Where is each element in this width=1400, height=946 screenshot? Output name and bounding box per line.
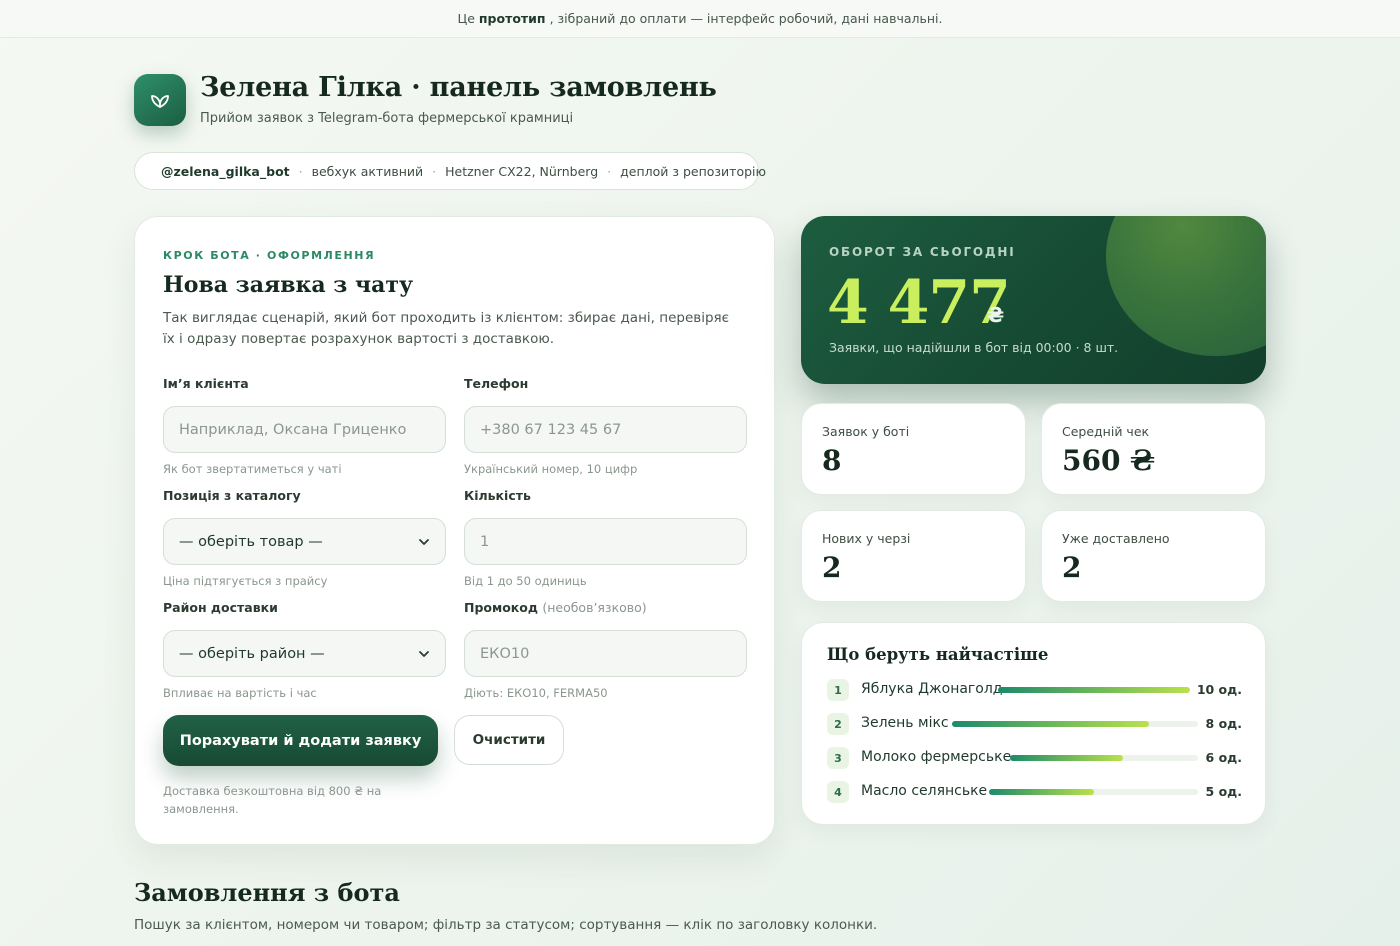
popularity-bar-track xyxy=(1010,755,1198,761)
phone-hint: Український номер, 10 цифр xyxy=(464,462,638,476)
chevron-down-icon xyxy=(419,651,429,657)
product-name: Молоко фермерське xyxy=(861,749,1012,765)
popularity-bar-fill xyxy=(952,721,1149,727)
prototype-banner: Це прототип , зібраний до оплати — інтер… xyxy=(0,0,1400,38)
name-hint: Як бот звертатиметься у чаті xyxy=(163,462,342,476)
calculate-add-button[interactable]: Порахувати й додати заявку xyxy=(163,715,438,766)
clear-button[interactable]: Очистити xyxy=(454,715,564,765)
separator: · xyxy=(298,163,303,179)
product-name: Яблука Джонаголд xyxy=(861,681,1003,697)
stat-card-average-check: Середній чек 560 ₴ xyxy=(1041,403,1266,495)
banner-suffix: , зібраний до оплати — інтерфейс робочий… xyxy=(549,11,943,26)
orders-section-subtitle: Пошук за клієнтом, номером чи товаром; ф… xyxy=(134,917,878,933)
phone-field-group: Телефон +380 67 123 45 67 Український но… xyxy=(464,376,747,476)
turnover-card: ОБОРОТ ЗА СЬОГОДНІ 4 477 ₴ Заявки, що на… xyxy=(801,216,1266,384)
order-form-card: КРОК БОТА · ОФОРМЛЕННЯ Нова заявка з чат… xyxy=(134,216,775,845)
rank-badge: 1 xyxy=(827,679,849,701)
phone-input[interactable]: +380 67 123 45 67 xyxy=(464,406,747,453)
stat-value: 2 xyxy=(822,551,842,584)
product-field-group: Позиція з каталогу — оберіть товар — Цін… xyxy=(163,488,446,588)
phone-label: Телефон xyxy=(464,376,529,391)
stat-card-new-queue: Нових у черзі 2 xyxy=(801,510,1026,602)
banner-prefix: Це xyxy=(457,11,475,26)
stat-label: Уже доставлено xyxy=(1062,531,1170,546)
delivery-note: Доставка безкоштовна від 800 ₴ на замовл… xyxy=(163,784,382,816)
product-quantity: 6 од. xyxy=(1205,750,1242,765)
popular-products-card: Що беруть найчастіше 1 Яблука Джонаголд … xyxy=(801,622,1266,825)
rank-badge: 2 xyxy=(827,713,849,735)
turnover-label: ОБОРОТ ЗА СЬОГОДНІ xyxy=(829,245,1016,259)
chevron-down-icon xyxy=(419,539,429,545)
form-description: Так виглядає сценарій, який бот проходит… xyxy=(163,310,730,347)
stat-card-delivered: Уже доставлено 2 xyxy=(1041,510,1266,602)
quantity-label: Кількість xyxy=(464,488,531,503)
quantity-input[interactable]: 1 xyxy=(464,518,747,565)
popularity-bar-track xyxy=(989,789,1198,795)
rank-badge: 4 xyxy=(827,781,849,803)
quantity-hint: Від 1 до 50 одиниць xyxy=(464,574,587,588)
district-hint: Впливає на вартість і час xyxy=(163,686,317,700)
popular-item: 1 Яблука Джонаголд 10 од. xyxy=(827,679,1242,701)
decorative-glow xyxy=(1106,216,1266,356)
promo-field-group: Промокод (необов’язково) ЕКО10 Діють: ЕК… xyxy=(464,600,747,700)
district-select[interactable]: — оберіть район — xyxy=(163,630,446,677)
separator: · xyxy=(432,163,437,179)
quantity-field-group: Кількість 1 Від 1 до 50 одиниць xyxy=(464,488,747,588)
product-select-value: — оберіть товар — xyxy=(179,533,323,550)
name-input[interactable]: Наприклад, Оксана Гриценко xyxy=(163,406,446,453)
popularity-bar-fill xyxy=(989,789,1094,795)
stat-value: 560 ₴ xyxy=(1062,444,1155,477)
stat-card-orders: Заявок у боті 8 xyxy=(801,403,1026,495)
popular-item: 4 Масло селянське 5 од. xyxy=(827,781,1242,803)
popular-title: Що беруть найчастіше xyxy=(827,645,1049,664)
product-label: Позиція з каталогу xyxy=(163,488,301,503)
district-field-group: Район доставки — оберіть район — Впливає… xyxy=(163,600,446,700)
separator: · xyxy=(607,163,612,179)
promo-input[interactable]: ЕКО10 xyxy=(464,630,747,677)
popularity-bar-fill xyxy=(998,687,1190,693)
popularity-bar-fill xyxy=(1010,755,1123,761)
bot-handle: @zelena_gilka_bot xyxy=(161,163,290,179)
name-field-group: Ім’я клієнта Наприклад, Оксана Гриценко … xyxy=(163,376,446,476)
popularity-bar-track xyxy=(998,687,1190,693)
orders-section-title: Замовлення з бота xyxy=(134,878,400,907)
promo-label: Промокод (необов’язково) xyxy=(464,600,747,616)
stat-label: Нових у черзі xyxy=(822,531,911,546)
popular-item: 3 Молоко фермерське 6 од. xyxy=(827,747,1242,769)
product-name: Зелень мікс xyxy=(861,715,949,731)
stat-label: Заявок у боті xyxy=(822,424,910,439)
product-select[interactable]: — оберіть товар — xyxy=(163,518,446,565)
promo-optional: (необов’язково) xyxy=(542,600,647,615)
page-subtitle: Прийом заявок з Telegram-бота фермерсько… xyxy=(200,111,574,126)
form-title: Нова заявка з чату xyxy=(163,272,414,298)
product-name: Масло селянське xyxy=(861,783,988,799)
name-label: Ім’я клієнта xyxy=(163,376,249,391)
stat-value: 8 xyxy=(822,444,842,477)
logo xyxy=(134,74,186,126)
stat-value: 2 xyxy=(1062,551,1082,584)
deploy-info: деплой з репозиторію xyxy=(620,163,767,179)
product-quantity: 8 од. xyxy=(1205,716,1242,731)
district-label: Район доставки xyxy=(163,600,278,615)
banner-bold: прототип xyxy=(478,11,546,26)
leaf-icon xyxy=(151,95,169,108)
rank-badge: 3 xyxy=(827,747,849,769)
webhook-status: вебхук активний xyxy=(311,163,424,179)
server-info: Hetzner CX22, Nürnberg xyxy=(445,163,599,179)
turnover-currency: ₴ xyxy=(987,303,1005,327)
promo-label-text: Промокод xyxy=(464,600,538,615)
product-hint: Ціна підтягується з прайсу xyxy=(163,574,328,588)
district-select-value: — оберіть район — xyxy=(179,645,325,662)
popular-item: 2 Зелень мікс 8 од. xyxy=(827,713,1242,735)
status-pill: @zelena_gilka_bot · вебхук активний · He… xyxy=(134,152,766,190)
page-title: Зелена Гілка · панель замовлень xyxy=(200,72,717,103)
turnover-subtitle: Заявки, що надійшли в бот від 00:00 · 8 … xyxy=(829,340,1119,355)
turnover-value: 4 477 xyxy=(827,268,1011,338)
popularity-bar-track xyxy=(952,721,1198,727)
stat-label: Середній чек xyxy=(1062,424,1150,439)
form-eyebrow: КРОК БОТА · ОФОРМЛЕННЯ xyxy=(163,249,376,262)
promo-hint: Діють: ЕКО10, FERMA50 xyxy=(464,686,608,700)
product-quantity: 10 од. xyxy=(1196,682,1242,697)
product-quantity: 5 од. xyxy=(1205,784,1242,799)
